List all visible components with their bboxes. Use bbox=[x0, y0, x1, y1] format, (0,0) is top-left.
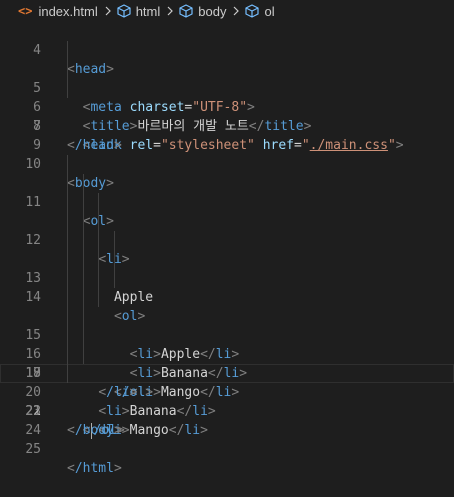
indent-guide bbox=[67, 231, 68, 250]
breadcrumb: <> index.html html body ol bbox=[0, 0, 454, 22]
code-line[interactable]: 14 <ol> bbox=[0, 212, 454, 324]
code-line[interactable]: 9 bbox=[0, 117, 454, 153]
code-line[interactable]: 24 bbox=[0, 402, 454, 438]
code-editor[interactable]: <> index.html html body ol 4 <head> 5 <m bbox=[0, 0, 454, 476]
breadcrumb-file[interactable]: <> index.html bbox=[18, 4, 98, 19]
indent-guide bbox=[83, 288, 84, 307]
indent-guide bbox=[67, 193, 68, 212]
indent-guide bbox=[67, 41, 68, 60]
indent-guide bbox=[114, 269, 115, 288]
indent-guide bbox=[98, 212, 99, 231]
line-number: 25 bbox=[25, 442, 41, 457]
indent-guide bbox=[67, 155, 68, 174]
chevron-right-icon bbox=[165, 6, 175, 16]
code-line[interactable]: 7 <link rel="stylesheet" href="./main.cs… bbox=[0, 79, 454, 153]
indent-guide bbox=[114, 250, 115, 269]
code-line[interactable]: 16 <li>Banana</li> bbox=[0, 250, 454, 381]
code-line-active[interactable]: 22 </ol> bbox=[0, 364, 454, 439]
symbol-cube-icon bbox=[117, 4, 131, 18]
indent-guide bbox=[67, 345, 68, 364]
indent-guide bbox=[98, 250, 99, 269]
breadcrumb-body-label: body bbox=[198, 3, 227, 19]
indent-guide bbox=[98, 269, 99, 288]
indent-guide bbox=[83, 174, 84, 193]
indent-guide bbox=[83, 212, 84, 231]
code-line[interactable]: 6 <title>바르바의 개발 노트</title> bbox=[0, 60, 454, 134]
chevron-right-icon bbox=[103, 6, 113, 16]
code-line[interactable]: 20 <li>Banana</li> bbox=[0, 326, 454, 419]
chevron-right-icon bbox=[231, 6, 241, 16]
code-line[interactable]: 15 <li>Apple</li> bbox=[0, 231, 454, 362]
code-line[interactable]: 17 <li>Mango</li> bbox=[0, 269, 454, 400]
symbol-cube-icon bbox=[245, 4, 260, 18]
indent-guide bbox=[83, 326, 84, 345]
indent-guide bbox=[98, 288, 99, 307]
breadcrumb-html-label: html bbox=[135, 3, 161, 19]
indent-guide bbox=[67, 250, 68, 269]
indent-guide bbox=[83, 250, 84, 269]
indent-guide bbox=[83, 231, 84, 250]
code-line[interactable]: 5 <meta charset="UTF-8"> bbox=[0, 41, 454, 115]
html-file-icon: <> bbox=[18, 4, 33, 18]
indent-guide bbox=[67, 60, 68, 79]
code-text: </html> bbox=[67, 461, 122, 476]
code-line[interactable]: 19 </li> bbox=[0, 307, 454, 400]
indent-guide bbox=[98, 231, 99, 250]
indent-guide bbox=[83, 307, 84, 326]
indent-guide bbox=[114, 231, 115, 250]
code-line[interactable]: 13 Apple bbox=[0, 193, 454, 305]
indent-guide bbox=[67, 79, 68, 98]
indent-guide bbox=[67, 288, 68, 307]
breadcrumb-html[interactable]: html bbox=[117, 3, 161, 19]
indent-guide bbox=[67, 307, 68, 326]
breadcrumb-file-label: index.html bbox=[38, 3, 98, 19]
symbol-cube-icon bbox=[179, 4, 193, 18]
code-line[interactable]: 11 <ol> bbox=[0, 155, 454, 229]
code-line[interactable]: 18 </ol> bbox=[0, 288, 454, 400]
code-line[interactable]: 8 </head> bbox=[0, 98, 454, 153]
code-line[interactable]: 10 <body> bbox=[0, 136, 454, 191]
breadcrumb-ol-label: ol bbox=[264, 3, 275, 19]
breadcrumb-body[interactable]: body bbox=[179, 4, 226, 19]
indent-guide bbox=[67, 212, 68, 231]
code-line[interactable]: 25 </html> bbox=[0, 421, 454, 476]
code-line[interactable]: 21 <li>Mango</li> bbox=[0, 345, 454, 438]
indent-guide bbox=[67, 269, 68, 288]
indent-guide bbox=[98, 193, 99, 212]
indent-guide bbox=[67, 364, 68, 383]
code-line[interactable]: 12 <li> bbox=[0, 174, 454, 267]
indent-guide bbox=[67, 326, 68, 345]
code-area[interactable]: 4 <head> 5 <meta charset="UTF-8"> 6 <tit… bbox=[0, 22, 454, 476]
indent-guide bbox=[83, 345, 84, 364]
indent-guide bbox=[83, 269, 84, 288]
code-line[interactable]: 4 <head> bbox=[0, 22, 454, 77]
breadcrumb-ol[interactable]: ol bbox=[245, 3, 275, 19]
indent-guide bbox=[83, 193, 84, 212]
indent-guide bbox=[67, 174, 68, 193]
code-line[interactable]: 23 </body> bbox=[0, 383, 454, 438]
